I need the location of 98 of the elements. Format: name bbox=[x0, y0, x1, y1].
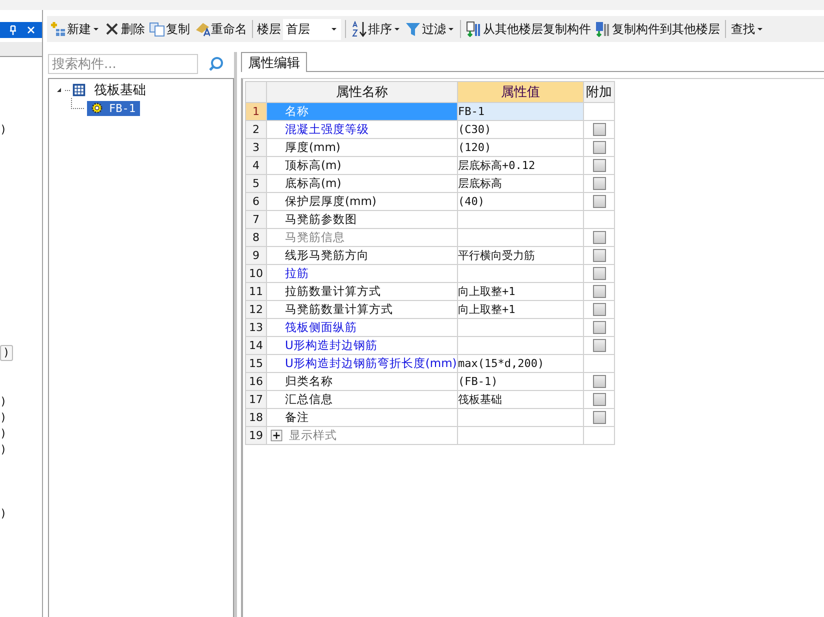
text-fragment: ) bbox=[0, 443, 7, 457]
row-number: 9 bbox=[246, 246, 266, 264]
row-number: 18 bbox=[246, 408, 266, 426]
row-number: 6 bbox=[246, 192, 266, 210]
property-name: 马凳筋数量计算方式 bbox=[285, 302, 393, 317]
copy-floor-icon bbox=[595, 21, 611, 37]
row-number: 7 bbox=[246, 210, 266, 228]
sort-icon bbox=[351, 21, 367, 37]
tree-item[interactable]: FB-1 bbox=[87, 100, 140, 116]
property-name: 顶标高(m) bbox=[285, 158, 342, 173]
floor-label: 楼层 bbox=[257, 20, 281, 38]
row-number: 14 bbox=[246, 336, 266, 354]
text-fragment: ) bbox=[0, 507, 7, 521]
toolbar-button[interactable]: 复制 bbox=[148, 18, 191, 40]
tree-item[interactable]: 筏板基础 bbox=[90, 80, 150, 100]
text-fragment: ) bbox=[0, 123, 7, 137]
toolbar-button[interactable]: 复制构件到其他楼层 bbox=[594, 18, 721, 40]
toolbar-button[interactable]: 重命名 bbox=[193, 18, 248, 40]
property-name: 保护层厚度(mm) bbox=[285, 194, 376, 209]
toolbar-button[interactable]: 查找 bbox=[730, 18, 765, 40]
pin-icon[interactable] bbox=[8, 25, 18, 35]
property-value[interactable]: (40) bbox=[458, 195, 484, 208]
caret-icon bbox=[330, 25, 338, 33]
row-number: 11 bbox=[246, 282, 266, 300]
rename-icon bbox=[194, 21, 210, 37]
property-value[interactable]: (120) bbox=[458, 141, 492, 154]
property-name: 底标高(m) bbox=[285, 176, 342, 191]
property-name: 马凳筋信息 bbox=[285, 230, 345, 245]
row-number: 5 bbox=[246, 174, 266, 192]
checkbox[interactable] bbox=[592, 411, 606, 424]
checkbox[interactable] bbox=[592, 195, 606, 208]
property-name: 拉筋数量计算方式 bbox=[285, 284, 381, 299]
property-name: 厚度(mm) bbox=[285, 140, 340, 155]
checkbox[interactable] bbox=[592, 303, 606, 316]
checkbox[interactable] bbox=[592, 159, 606, 172]
property-name: 马凳筋参数图 bbox=[285, 212, 357, 227]
row-number: 19 bbox=[246, 426, 266, 444]
checkbox[interactable] bbox=[592, 249, 606, 262]
copy-floor-icon bbox=[466, 21, 482, 37]
search-field[interactable]: 搜索构件... bbox=[48, 54, 198, 74]
property-name: U形构造封边钢筋 bbox=[285, 338, 378, 353]
property-name: 归类名称 bbox=[285, 374, 333, 389]
row-number: 15 bbox=[246, 354, 266, 372]
property-name: 混凝土强度等级 bbox=[285, 122, 369, 137]
checkbox[interactable] bbox=[592, 393, 606, 406]
grid-icon bbox=[72, 83, 86, 97]
toolbar-button[interactable]: 新建 bbox=[49, 18, 101, 40]
copy-icon bbox=[149, 21, 165, 37]
checkbox[interactable] bbox=[592, 339, 606, 352]
text-fragment: ) bbox=[0, 395, 7, 409]
property-name: 筏板侧面纵筋 bbox=[285, 320, 357, 335]
text-fragment: ) bbox=[0, 411, 7, 425]
filter-icon bbox=[405, 21, 421, 37]
toolbar-button[interactable]: 过滤 bbox=[404, 18, 456, 40]
property-value[interactable]: FB-1 bbox=[458, 105, 484, 118]
checkbox[interactable] bbox=[592, 321, 606, 334]
row-number: 17 bbox=[246, 390, 266, 408]
checkbox[interactable] bbox=[592, 267, 606, 280]
property-name: 名称 bbox=[285, 104, 309, 119]
checkbox[interactable] bbox=[592, 141, 606, 154]
text-fragment: ) bbox=[0, 427, 7, 441]
toolbar-button[interactable]: 从其他楼层复制构件 bbox=[465, 18, 592, 40]
text-fragment: ) bbox=[0, 345, 13, 361]
row-number: 12 bbox=[246, 300, 266, 318]
property-name: 线形马凳筋方向 bbox=[285, 248, 369, 263]
property-value[interactable]: (C30) bbox=[458, 123, 492, 136]
row-number: 2 bbox=[246, 120, 266, 138]
close-icon[interactable] bbox=[26, 25, 36, 35]
checkbox[interactable] bbox=[592, 231, 606, 244]
checkbox[interactable] bbox=[592, 123, 606, 136]
column-header: 附加 bbox=[586, 85, 612, 100]
row-number: 3 bbox=[246, 138, 266, 156]
collapse-arrow-icon[interactable] bbox=[55, 86, 63, 94]
checkbox[interactable] bbox=[592, 375, 606, 388]
tab[interactable]: 属性编辑 bbox=[241, 52, 307, 72]
search-icon[interactable] bbox=[208, 56, 224, 72]
property-name: 备注 bbox=[285, 410, 309, 425]
column-header: 属性值 bbox=[501, 85, 540, 100]
expand-icon[interactable] bbox=[270, 429, 283, 442]
property-name: 汇总信息 bbox=[285, 392, 333, 407]
property-name: 拉筋 bbox=[285, 266, 309, 281]
row-number: 16 bbox=[246, 372, 266, 390]
checkbox[interactable] bbox=[592, 177, 606, 190]
row-number: 10 bbox=[246, 264, 266, 282]
checkbox[interactable] bbox=[592, 285, 606, 298]
floor-dropdown[interactable]: 首层 bbox=[283, 18, 341, 40]
toolbar-button[interactable]: 排序 bbox=[350, 18, 402, 40]
property-name: U形构造封边钢筋弯折长度(mm) bbox=[285, 356, 457, 371]
property-name: 显示样式 bbox=[289, 428, 337, 443]
new-icon bbox=[50, 21, 66, 37]
row-number: 13 bbox=[246, 318, 266, 336]
row-number: 8 bbox=[246, 228, 266, 246]
toolbar-button[interactable]: 删除 bbox=[103, 18, 146, 40]
gear-icon bbox=[91, 102, 103, 114]
column-header: 属性名称 bbox=[336, 85, 388, 100]
row-number: 1 bbox=[246, 102, 266, 120]
row-number: 4 bbox=[246, 156, 266, 174]
close-icon bbox=[104, 21, 120, 37]
